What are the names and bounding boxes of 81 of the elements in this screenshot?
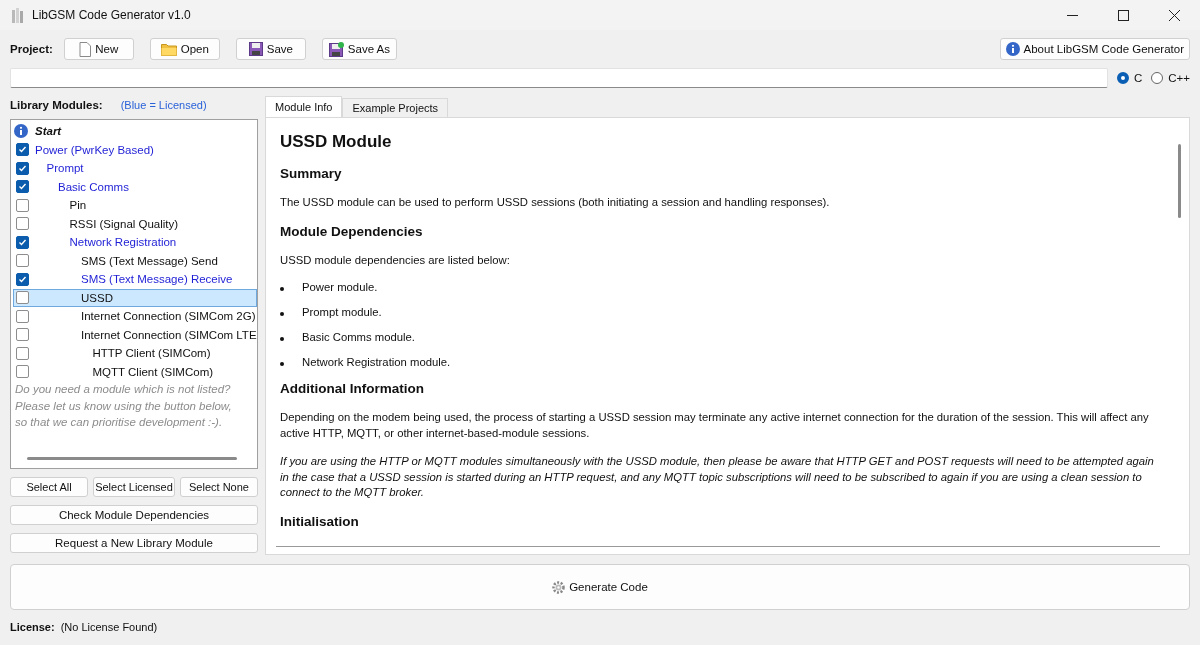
maximize-icon[interactable]: [1118, 9, 1129, 21]
toolbar-button[interactable]: Open: [149, 38, 220, 60]
info-icon: [1005, 42, 1020, 56]
checkbox[interactable]: [16, 309, 29, 323]
app-icon: [12, 7, 24, 23]
tree-item[interactable]: Pin: [35, 199, 87, 212]
paragraph: If you are using the HTTP or MQTT modules simultaneously with the USSD module, then please be aware that HTTP GET and POST requests will need to be attempted again in the case that a USSD session is started during an HTTP request, and any MQTT topic subscriptions will need to be subscribed to again if you are using a clean session to connect to the MQTT broker.: [280, 454, 1155, 500]
toolbar-button[interactable]: Save As: [321, 38, 398, 60]
scrollbar-thumb[interactable]: [27, 457, 237, 460]
section-heading: Initialisation: [280, 513, 360, 529]
tree-item[interactable]: USSD: [35, 291, 113, 304]
tree-item[interactable]: Internet Connection (SIMCom 2G): [35, 310, 256, 323]
checkbox[interactable]: [16, 291, 29, 305]
tree-item[interactable]: Network Registration: [35, 236, 177, 249]
radio-label[interactable]: C: [1133, 72, 1143, 84]
scrollbar-thumb[interactable]: [1178, 144, 1181, 218]
tree-item[interactable]: SMS (Text Message) Send: [35, 254, 218, 267]
checkbox[interactable]: [16, 328, 29, 342]
list-item: Prompt module.: [302, 306, 382, 318]
toolbar-button[interactable]: New: [63, 38, 134, 60]
tree-item[interactable]: Power (PwrKey Based): [35, 143, 154, 156]
status-label: License:: [10, 621, 55, 633]
bullet-icon: [280, 362, 284, 366]
checkbox[interactable]: [16, 143, 29, 157]
window-title: LibGSM Code Generator v1.0: [32, 8, 192, 22]
tree-item[interactable]: SMS (Text Message) Receive: [35, 273, 233, 286]
tab[interactable]: Module Info: [265, 96, 343, 117]
checkbox[interactable]: [16, 365, 29, 379]
tree-item[interactable]: HTTP Client (SIMCom): [35, 347, 211, 360]
bullet-icon: [280, 287, 284, 291]
generate-code-button[interactable]: Generate Code: [10, 564, 1190, 610]
checkbox[interactable]: [16, 235, 29, 249]
action-button[interactable]: Check Module Dependencies: [10, 505, 258, 525]
tree-item[interactable]: Basic Comms: [35, 180, 129, 193]
list-item: Basic Comms module.: [302, 331, 415, 343]
selected-row[interactable]: USSD: [13, 288, 257, 307]
tree-item[interactable]: Start: [35, 125, 62, 138]
tree-item[interactable]: MQTT Client (SIMCom): [35, 365, 214, 378]
tree-item[interactable]: Prompt: [35, 162, 84, 175]
gear-icon: [552, 580, 566, 594]
section-heading: Summary: [280, 166, 343, 181]
checkbox[interactable]: [16, 272, 29, 286]
list-item: Power module.: [302, 281, 378, 293]
toolbar-button[interactable]: Save: [235, 38, 306, 60]
section-label: Library Modules:: [10, 99, 103, 111]
checkbox[interactable]: [16, 254, 29, 268]
checkbox[interactable]: [16, 161, 29, 175]
action-button[interactable]: Request a New Library Module: [10, 533, 258, 553]
radio-label[interactable]: C++: [1168, 72, 1190, 84]
radio-button[interactable]: [1116, 72, 1129, 84]
check-icon: [17, 181, 28, 193]
section-heading: Additional Information: [280, 381, 425, 396]
tree-item[interactable]: RSSI (Signal Quality): [35, 217, 179, 230]
bullet-icon: [280, 337, 284, 341]
select-button[interactable]: Select All: [10, 477, 88, 497]
legend-text: (Blue = Licensed): [120, 99, 207, 111]
help-note: Do you need a module which is not listed? Please let us know using the button below, so that we can prioritise development :-).: [15, 382, 233, 430]
close-icon[interactable]: [1169, 9, 1180, 21]
page-title: USSD Module: [280, 132, 393, 152]
bullet-icon: [280, 312, 284, 316]
select-button[interactable]: Select Licensed: [93, 477, 175, 497]
checkbox[interactable]: [16, 217, 29, 231]
radio-button[interactable]: [1151, 72, 1164, 84]
document-icon: [79, 41, 92, 57]
tree-item[interactable]: Internet Connection (SIMCom LTE: [35, 328, 257, 341]
checkbox[interactable]: [16, 198, 29, 212]
paragraph: USSD module dependencies are listed below:: [280, 252, 511, 268]
project-label: Project:: [10, 43, 53, 55]
folder-icon: [160, 42, 177, 56]
about-button[interactable]: About LibGSM Code Generator: [999, 38, 1190, 60]
tab[interactable]: Example Projects: [342, 98, 449, 117]
info-icon: [14, 124, 28, 139]
checkbox[interactable]: [16, 346, 29, 360]
paragraph: The USSD module can be used to perform USSD sessions (both initiating a session and handling responses).: [280, 195, 831, 210]
select-button[interactable]: Select None: [180, 477, 258, 497]
section-heading: Module Dependencies: [280, 223, 424, 239]
checkbox[interactable]: [16, 180, 29, 194]
list-item: Network Registration module.: [302, 356, 451, 368]
status-value: (No License Found): [60, 621, 158, 633]
paragraph: Depending on the modem being used, the process of starting a USSD session may terminate any active internet connection for the duration of the session. This will affect any active HTTP, MQTT, or other internet-based-module sessions.: [280, 410, 1150, 441]
check-icon: [17, 144, 28, 156]
